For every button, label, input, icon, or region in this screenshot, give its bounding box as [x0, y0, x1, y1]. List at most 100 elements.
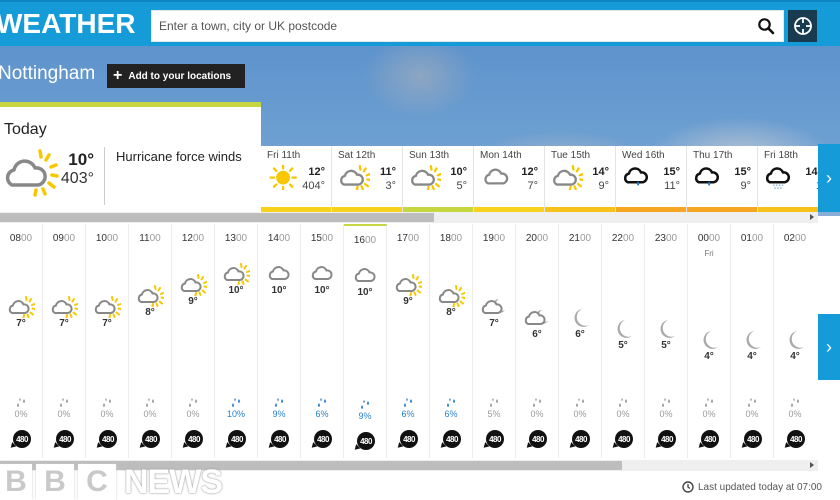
hour-column[interactable]: 0000 Fri 4° 0% 480 — [688, 224, 731, 458]
clock-icon — [682, 481, 694, 493]
raindrops-icon — [101, 395, 113, 407]
rain-chance: 0% — [745, 409, 759, 419]
sunny-intervals-icon — [338, 165, 372, 195]
hour-column[interactable]: 1200 9° 0% 480 — [172, 224, 215, 458]
hour-column[interactable]: 1000 7° 0% 480 — [86, 224, 129, 458]
today-panel[interactable]: Today 10° 403° Hurricane force winds — [0, 102, 261, 212]
day-tab[interactable]: Fri 18th14°1 — [758, 146, 818, 212]
day-low-temp: 11° — [664, 180, 680, 192]
scrollbar-thumb[interactable] — [0, 213, 434, 222]
sunny-intervals-icon — [394, 274, 423, 297]
hour-temp: 5° — [618, 340, 628, 351]
days-scrollbar[interactable] — [0, 212, 818, 223]
scroll-right-arrow-icon[interactable] — [810, 214, 814, 220]
hour-temp: 5° — [661, 340, 671, 351]
wind-speed-badge: 480 — [653, 430, 676, 450]
rain-chance: 0% — [616, 409, 630, 419]
scroll-right-arrow-icon[interactable] — [810, 462, 814, 468]
day-tab[interactable]: Mon 14th 12° 7° — [474, 146, 545, 212]
clear-night-icon — [609, 318, 637, 340]
day-tab[interactable]: Sat 12th 11° 3° — [332, 146, 403, 212]
hour-column[interactable]: 2300 5° 0% 480 — [645, 224, 688, 458]
raindrops-icon — [488, 395, 500, 407]
day-tabs: Fri 11th 12° 404° Sat 12th 11° 3° Sun 13th 10° 5… — [261, 146, 818, 212]
sunny-intervals-icon — [136, 285, 165, 308]
hour-column[interactable]: 0100 4° 0% 480 — [731, 224, 774, 458]
rain-chance: 5% — [487, 409, 501, 419]
rain-chance: 0% — [659, 409, 673, 419]
search-button[interactable] — [757, 17, 775, 35]
wind-speed-badge: 480 — [352, 432, 375, 452]
today-title: Today — [4, 121, 47, 138]
chevron-right-icon: › — [826, 167, 832, 188]
days-next-button[interactable]: › — [818, 144, 840, 212]
rain-chance: 9% — [272, 409, 286, 419]
hour-temp: 7° — [59, 318, 69, 329]
day-name: Sat 12th — [338, 150, 376, 161]
hour-column[interactable]: 2200 5° 0% 480 — [602, 224, 645, 458]
raindrops-icon — [359, 397, 371, 409]
hour-column[interactable]: 1500 10° 6% 480 — [301, 224, 344, 458]
wind-speed-badge: 480 — [481, 430, 504, 450]
day-low-temp: 404° — [302, 180, 325, 192]
raindrops-icon — [15, 395, 27, 407]
brand-logo[interactable]: WEATHER — [0, 8, 135, 40]
hour-time: 2300 — [654, 233, 678, 244]
hour-column[interactable]: 0200 4° 0% 480 — [774, 224, 810, 458]
clear-night-icon — [738, 329, 766, 351]
hour-temp: 10° — [314, 285, 330, 296]
raindrops-icon — [144, 395, 156, 407]
day-tab[interactable]: Sun 13th 10° 5° — [403, 146, 474, 212]
rain-chance: 0% — [702, 409, 716, 419]
hour-column[interactable]: 0800 7° 0% 480 — [0, 224, 43, 458]
rain-chance: 0% — [143, 409, 157, 419]
wind-speed-badge: 480 — [524, 430, 547, 450]
bbc-letter-c: C — [78, 464, 116, 500]
hour-time: 2000 — [525, 233, 549, 244]
hour-time: 1400 — [267, 233, 291, 244]
hour-column[interactable]: 1300 10° 10% 480 — [215, 224, 258, 458]
day-name: Thu 17th — [693, 150, 733, 161]
day-name: Tue 15th — [551, 150, 591, 161]
wind-speed-badge: 480 — [8, 430, 31, 450]
hour-time: 2200 — [611, 233, 635, 244]
hour-column[interactable]: 1800 8° 6% 480 — [430, 224, 473, 458]
day-tab[interactable]: Thu 17th 15° 9° — [687, 146, 758, 212]
day-tab[interactable]: Fri 11th 12° 404° — [261, 146, 332, 212]
sunny-intervals-icon — [7, 296, 36, 319]
hour-temp: 7° — [16, 318, 26, 329]
hour-column[interactable]: 1600 10° 9% 480 — [344, 224, 387, 458]
bbc-news-logo[interactable]: B B C NEWS — [0, 464, 223, 500]
hour-temp: 4° — [704, 351, 714, 362]
hour-time: 0100 — [740, 233, 764, 244]
raindrops-icon — [746, 395, 758, 407]
rain-chance: 6% — [444, 409, 458, 419]
hour-temp: 4° — [747, 351, 757, 362]
hour-column[interactable]: 1400 10° 9% 480 — [258, 224, 301, 458]
locate-button[interactable] — [788, 10, 817, 42]
wind-speed-badge: 480 — [266, 430, 289, 450]
hour-column[interactable]: 2100 6° 0% 480 — [559, 224, 602, 458]
hour-column[interactable]: 2000 6° 0% 480 — [516, 224, 559, 458]
wind-speed-badge: 480 — [51, 430, 74, 450]
hour-column[interactable]: 1900 7° 5% 480 — [473, 224, 516, 458]
day-low-temp: 7° — [527, 180, 538, 192]
add-location-button[interactable]: + Add to your locations — [107, 64, 245, 88]
day-name: Fri 11th — [267, 150, 301, 161]
wind-speed-badge: 480 — [567, 430, 590, 450]
day-name: Sun 13th — [409, 150, 450, 161]
search-input[interactable] — [152, 11, 752, 41]
rain-chance: 9% — [358, 411, 372, 421]
day-tab[interactable]: Tue 15th 14° 9° — [545, 146, 616, 212]
cloud-icon — [265, 263, 293, 285]
hour-column[interactable]: 0900 7° 0% 480 — [43, 224, 86, 458]
raindrops-icon — [187, 395, 199, 407]
day-tab[interactable]: Wed 16th 15° 11° — [616, 146, 687, 212]
hours-next-button[interactable]: › — [818, 314, 840, 380]
hour-column[interactable]: 1100 8° 0% 480 — [129, 224, 172, 458]
day-high-temp: 12° — [521, 166, 538, 178]
hour-column[interactable]: 1700 9° 6% 480 — [387, 224, 430, 458]
last-updated: Last updated today at 07:00 — [682, 481, 822, 493]
sunny-icon — [267, 163, 299, 195]
rain-chance: 6% — [401, 409, 415, 419]
